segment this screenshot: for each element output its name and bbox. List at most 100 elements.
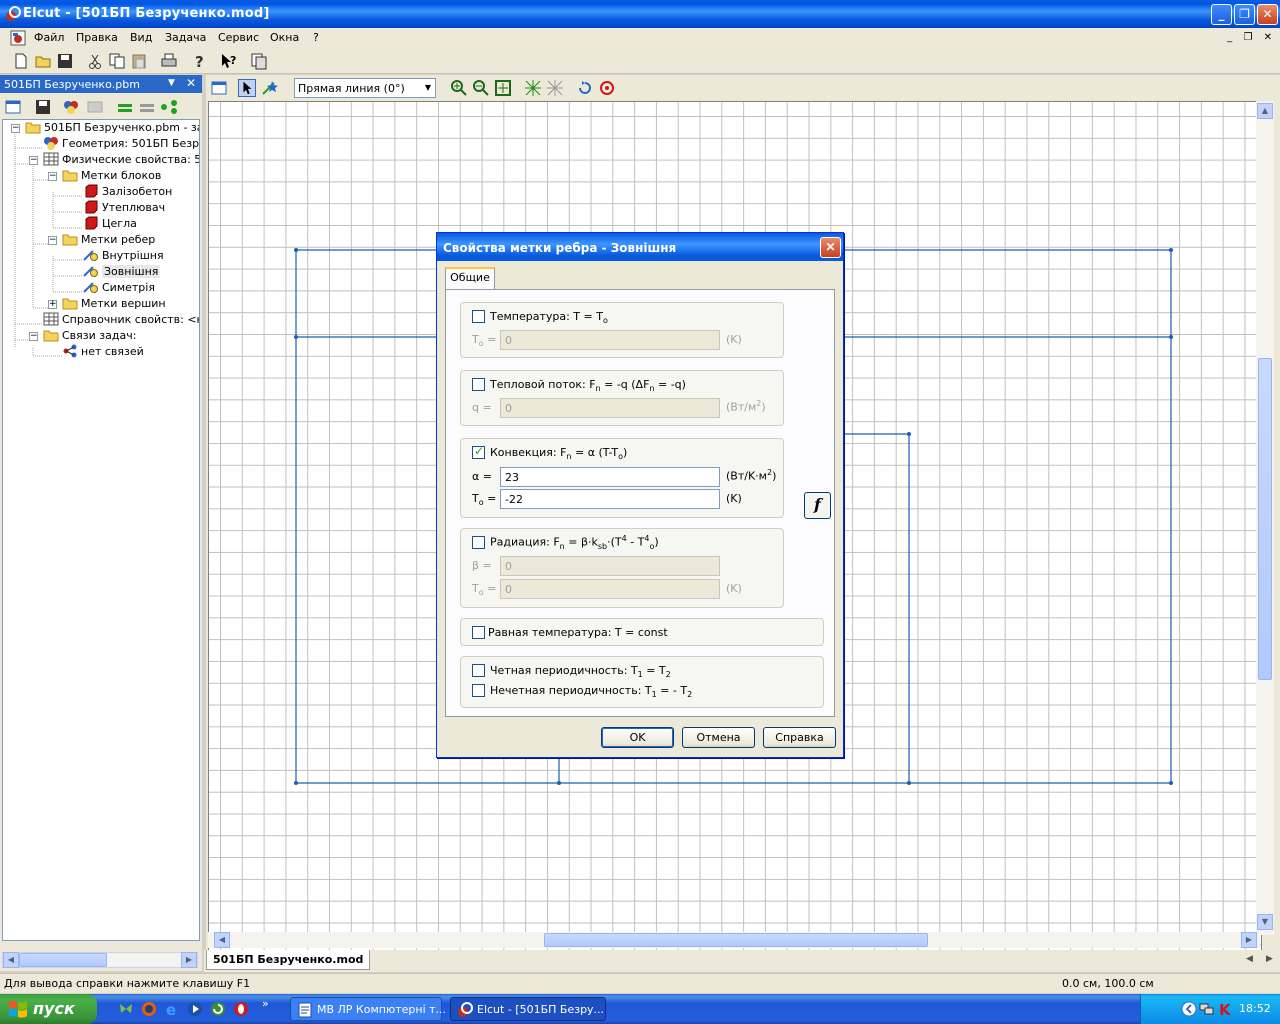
- canvas-vertical-scrollbar[interactable]: ▲ ▼: [1256, 101, 1274, 935]
- save-problem-icon[interactable]: [34, 98, 52, 116]
- kaspersky-icon[interactable]: K: [1217, 1001, 1233, 1017]
- tree-item-coupling[interactable]: Связи задач:: [43, 328, 136, 344]
- even-periodicity-label[interactable]: Четная периодичность: T1 = T2: [490, 664, 671, 679]
- help-button[interactable]: Справка: [763, 727, 836, 748]
- heat-flux-label[interactable]: Тепловой поток: Fn = -q (ΔFn = -q): [490, 378, 686, 393]
- copy-icon[interactable]: [108, 52, 126, 70]
- save-icon[interactable]: [56, 52, 74, 70]
- quicklaunch-more[interactable]: »: [262, 997, 269, 1010]
- vertical-scroll-thumb[interactable]: [1258, 358, 1272, 680]
- tree-collapse-edge-labels[interactable]: −: [48, 236, 57, 245]
- start-button[interactable]: пуск: [0, 994, 97, 1024]
- cancel-button[interactable]: Отмена: [682, 727, 755, 748]
- print-icon[interactable]: [160, 52, 178, 70]
- tree-item-block-labels[interactable]: Метки блоков: [62, 168, 161, 184]
- ie-icon[interactable]: e: [164, 1001, 180, 1017]
- insert-mode-icon[interactable]: [260, 79, 278, 97]
- minimize-button[interactable]: _: [1211, 4, 1232, 25]
- context-help-icon[interactable]: ?: [220, 52, 238, 70]
- windows-icon[interactable]: [250, 52, 268, 70]
- tree-item-physics[interactable]: Физические свойства: 501: [43, 152, 199, 168]
- firefox-icon[interactable]: [141, 1001, 157, 1017]
- panel-close-icon[interactable]: ✕: [186, 76, 196, 90]
- menu-help[interactable]: ?: [313, 31, 319, 44]
- tree-collapse-root[interactable]: −: [11, 124, 20, 133]
- stop-icon[interactable]: [598, 79, 616, 97]
- radiation-checkbox[interactable]: [472, 536, 485, 549]
- solve-icon[interactable]: [116, 98, 134, 116]
- temperature-checkbox[interactable]: [472, 310, 485, 323]
- tree-item-edge-labels[interactable]: Метки ребер: [62, 232, 155, 248]
- scroll-left-icon[interactable]: ◀: [214, 932, 230, 948]
- tab-model-file[interactable]: 501БП Безрученко.mod: [206, 950, 371, 970]
- odd-periodicity-label[interactable]: Нечетная периодичность: T1 = - T2: [490, 684, 692, 699]
- equal-temperature-label[interactable]: Равная температура: T = const: [488, 626, 668, 639]
- geometry-tool-icon[interactable]: [62, 98, 80, 116]
- tree-collapse-links[interactable]: −: [29, 332, 38, 341]
- zoom-out-icon[interactable]: [472, 79, 490, 97]
- tab-general[interactable]: Общие: [445, 267, 495, 290]
- menu-view[interactable]: Вид: [130, 31, 152, 44]
- close-button[interactable]: ✕: [1257, 4, 1278, 25]
- ambient-temperature-input[interactable]: -22: [500, 489, 720, 509]
- tree-item-edge-inner[interactable]: Внутрішня: [83, 248, 164, 264]
- odd-periodicity-checkbox[interactable]: [472, 684, 485, 697]
- open-folder-icon[interactable]: [34, 52, 52, 70]
- temperature-input[interactable]: 0: [500, 330, 720, 350]
- zoom-in-icon[interactable]: [450, 79, 468, 97]
- tree-item-edge-symmetry[interactable]: Симетрія: [83, 280, 155, 296]
- chevron-down-icon[interactable]: ▼: [423, 81, 433, 95]
- paste-icon[interactable]: [130, 52, 148, 70]
- line-type-select[interactable]: Прямая линия (0°) ▼: [294, 78, 436, 98]
- tree-horizontal-scrollbar[interactable]: ◀ ▶: [2, 952, 198, 968]
- zoom-fit-icon[interactable]: [494, 79, 512, 97]
- open-problem-icon[interactable]: [4, 98, 22, 116]
- cut-icon[interactable]: [86, 52, 104, 70]
- scroll-right-icon[interactable]: ▶: [181, 952, 197, 968]
- heat-flux-input[interactable]: 0: [500, 398, 720, 418]
- scroll-right-icon[interactable]: ▶: [1241, 932, 1257, 948]
- canvas-horizontal-scrollbar[interactable]: ◀ ▶: [208, 932, 1260, 948]
- heat-flux-checkbox[interactable]: [472, 378, 485, 391]
- menu-edit[interactable]: Правка: [76, 31, 118, 44]
- scroll-down-icon[interactable]: ▼: [1257, 914, 1273, 930]
- convection-label[interactable]: Конвекция: Fn = α (T-To): [490, 446, 627, 461]
- tree-expand-vertex-labels[interactable]: +: [48, 300, 57, 309]
- even-periodicity-checkbox[interactable]: [472, 664, 485, 677]
- butterfly-icon[interactable]: [118, 1001, 134, 1017]
- horizontal-scroll-thumb[interactable]: [544, 933, 928, 947]
- ok-button[interactable]: OK: [601, 727, 674, 748]
- radiation-label[interactable]: Радиация: Fn = β·ksb·(T4 - T4o): [490, 534, 659, 551]
- tree-item-problem[interactable]: 501БП Безрученко.pbm - задач: [25, 120, 199, 136]
- opera-icon[interactable]: [233, 1001, 249, 1017]
- tree-item-block-concrete[interactable]: Залізобетон: [83, 184, 172, 200]
- temperature-label[interactable]: Температура: T = To: [490, 310, 608, 325]
- menu-file[interactable]: Файл: [34, 31, 64, 44]
- tree-item-edge-outer[interactable]: Зовнішня: [83, 264, 161, 280]
- maximize-button[interactable]: ❐: [1234, 4, 1255, 25]
- panel-dropdown-icon[interactable]: ▼: [168, 78, 175, 88]
- menu-service[interactable]: Сервис: [218, 31, 259, 44]
- media-player-icon[interactable]: [187, 1001, 203, 1017]
- tree-collapse-physics[interactable]: −: [29, 156, 38, 165]
- tree-item-no-links[interactable]: нет связей: [62, 344, 144, 360]
- scroll-left-icon[interactable]: ◀: [3, 952, 19, 968]
- dialog-titlebar[interactable]: Свойства метки ребра - Зовнішня ✕: [437, 233, 843, 261]
- equal-temperature-checkbox[interactable]: [472, 626, 485, 639]
- tree-item-library[interactable]: Справочник свойств: <нет: [43, 312, 199, 328]
- tree-item-block-brick[interactable]: Цегла: [83, 216, 137, 232]
- function-button[interactable]: f: [804, 492, 831, 519]
- beta-input[interactable]: 0: [500, 556, 720, 576]
- task-elcut[interactable]: Elcut - [501БП Безру...: [450, 997, 606, 1021]
- tab-next-icon[interactable]: ▶: [1266, 954, 1273, 964]
- new-file-icon[interactable]: [12, 52, 30, 70]
- tree-item-geometry[interactable]: Геометрия: 501БП Безруче: [43, 136, 199, 152]
- task-document[interactable]: МВ ЛР Компютерні т...: [290, 997, 446, 1021]
- network-icon[interactable]: [1199, 1001, 1215, 1017]
- tree-collapse-block-labels[interactable]: −: [48, 172, 57, 181]
- remove-mesh-icon[interactable]: [546, 79, 564, 97]
- scroll-thumb[interactable]: [19, 953, 107, 967]
- build-mesh-icon[interactable]: [524, 79, 542, 97]
- menu-problem[interactable]: Задача: [165, 31, 206, 44]
- help-icon[interactable]: ?: [190, 52, 208, 70]
